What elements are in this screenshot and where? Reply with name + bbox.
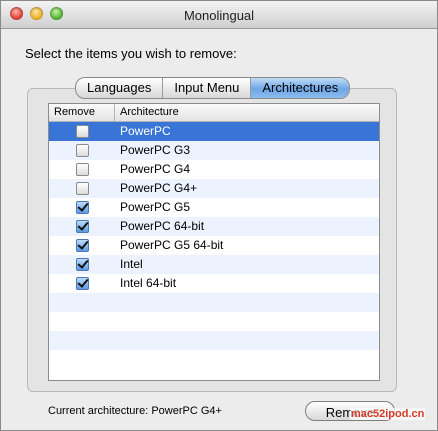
empty-row bbox=[49, 331, 379, 350]
table-row[interactable]: PowerPC G4 bbox=[49, 160, 379, 179]
tab-bar: Languages Input Menu Architectures bbox=[75, 77, 351, 99]
remove-cell bbox=[49, 220, 115, 233]
remove-cell bbox=[49, 277, 115, 290]
table-header: Remove Architecture bbox=[49, 104, 379, 122]
remove-checkbox[interactable] bbox=[75, 258, 89, 271]
watermark-text: mac52ipod.cn bbox=[350, 408, 426, 420]
remove-checkbox[interactable] bbox=[75, 239, 89, 252]
empty-row bbox=[49, 312, 379, 331]
table-row[interactable]: PowerPC bbox=[49, 122, 379, 141]
architecture-name: PowerPC G5 bbox=[120, 200, 191, 214]
remove-checkbox[interactable] bbox=[75, 163, 89, 176]
remove-cell bbox=[49, 239, 115, 252]
column-header-architecture[interactable]: Architecture bbox=[115, 104, 379, 121]
architecture-name: PowerPC G4 bbox=[120, 162, 191, 176]
tab-input-menu[interactable]: Input Menu bbox=[163, 78, 252, 98]
remove-checkbox[interactable] bbox=[75, 144, 89, 157]
remove-checkbox[interactable] bbox=[75, 182, 89, 195]
remove-cell bbox=[49, 201, 115, 214]
architecture-name: Intel bbox=[120, 257, 143, 271]
current-architecture-label: Current architecture: PowerPC G4+ bbox=[48, 405, 222, 417]
architecture-name: PowerPC bbox=[120, 124, 171, 138]
tab-architectures[interactable]: Architectures bbox=[251, 78, 350, 98]
column-header-remove[interactable]: Remove bbox=[49, 104, 115, 121]
table-row[interactable]: PowerPC G5 bbox=[49, 198, 379, 217]
table-row[interactable]: PowerPC G4+ bbox=[49, 179, 379, 198]
remove-checkbox[interactable] bbox=[75, 277, 89, 290]
architecture-name: PowerPC 64-bit bbox=[120, 219, 205, 233]
instruction-label: Select the items you wish to remove: bbox=[25, 46, 237, 61]
tab-languages[interactable]: Languages bbox=[76, 78, 164, 98]
architecture-table: Remove Architecture PowerPC PowerPC G3 Pow… bbox=[48, 103, 380, 381]
remove-cell bbox=[49, 182, 115, 195]
title-bar[interactable]: Monolingual bbox=[1, 1, 437, 29]
table-body: PowerPC PowerPC G3 PowerPC G4 PowerPC G4+ Po… bbox=[49, 122, 379, 369]
remove-checkbox[interactable] bbox=[75, 125, 89, 138]
remove-cell bbox=[49, 144, 115, 157]
remove-cell bbox=[49, 163, 115, 176]
architecture-name: PowerPC G5 64-bit bbox=[120, 238, 224, 252]
table-row[interactable]: PowerPC G3 bbox=[49, 141, 379, 160]
table-row[interactable]: Intel 64-bit bbox=[49, 274, 379, 293]
table-row[interactable]: PowerPC G5 64-bit bbox=[49, 236, 379, 255]
table-row[interactable]: Intel bbox=[49, 255, 379, 274]
architecture-name: PowerPC G4+ bbox=[120, 181, 198, 195]
remove-checkbox[interactable] bbox=[75, 220, 89, 233]
remove-cell bbox=[49, 125, 115, 138]
remove-checkbox[interactable] bbox=[75, 201, 89, 214]
remove-cell bbox=[49, 258, 115, 271]
architecture-name: Intel 64-bit bbox=[120, 276, 177, 290]
table-row[interactable]: PowerPC 64-bit bbox=[49, 217, 379, 236]
window-title: Monolingual bbox=[183, 8, 255, 23]
empty-row bbox=[49, 293, 379, 312]
empty-row bbox=[49, 350, 379, 369]
app-window: Monolingual Select the items you wish to… bbox=[0, 0, 438, 431]
architecture-name: PowerPC G3 bbox=[120, 143, 191, 157]
